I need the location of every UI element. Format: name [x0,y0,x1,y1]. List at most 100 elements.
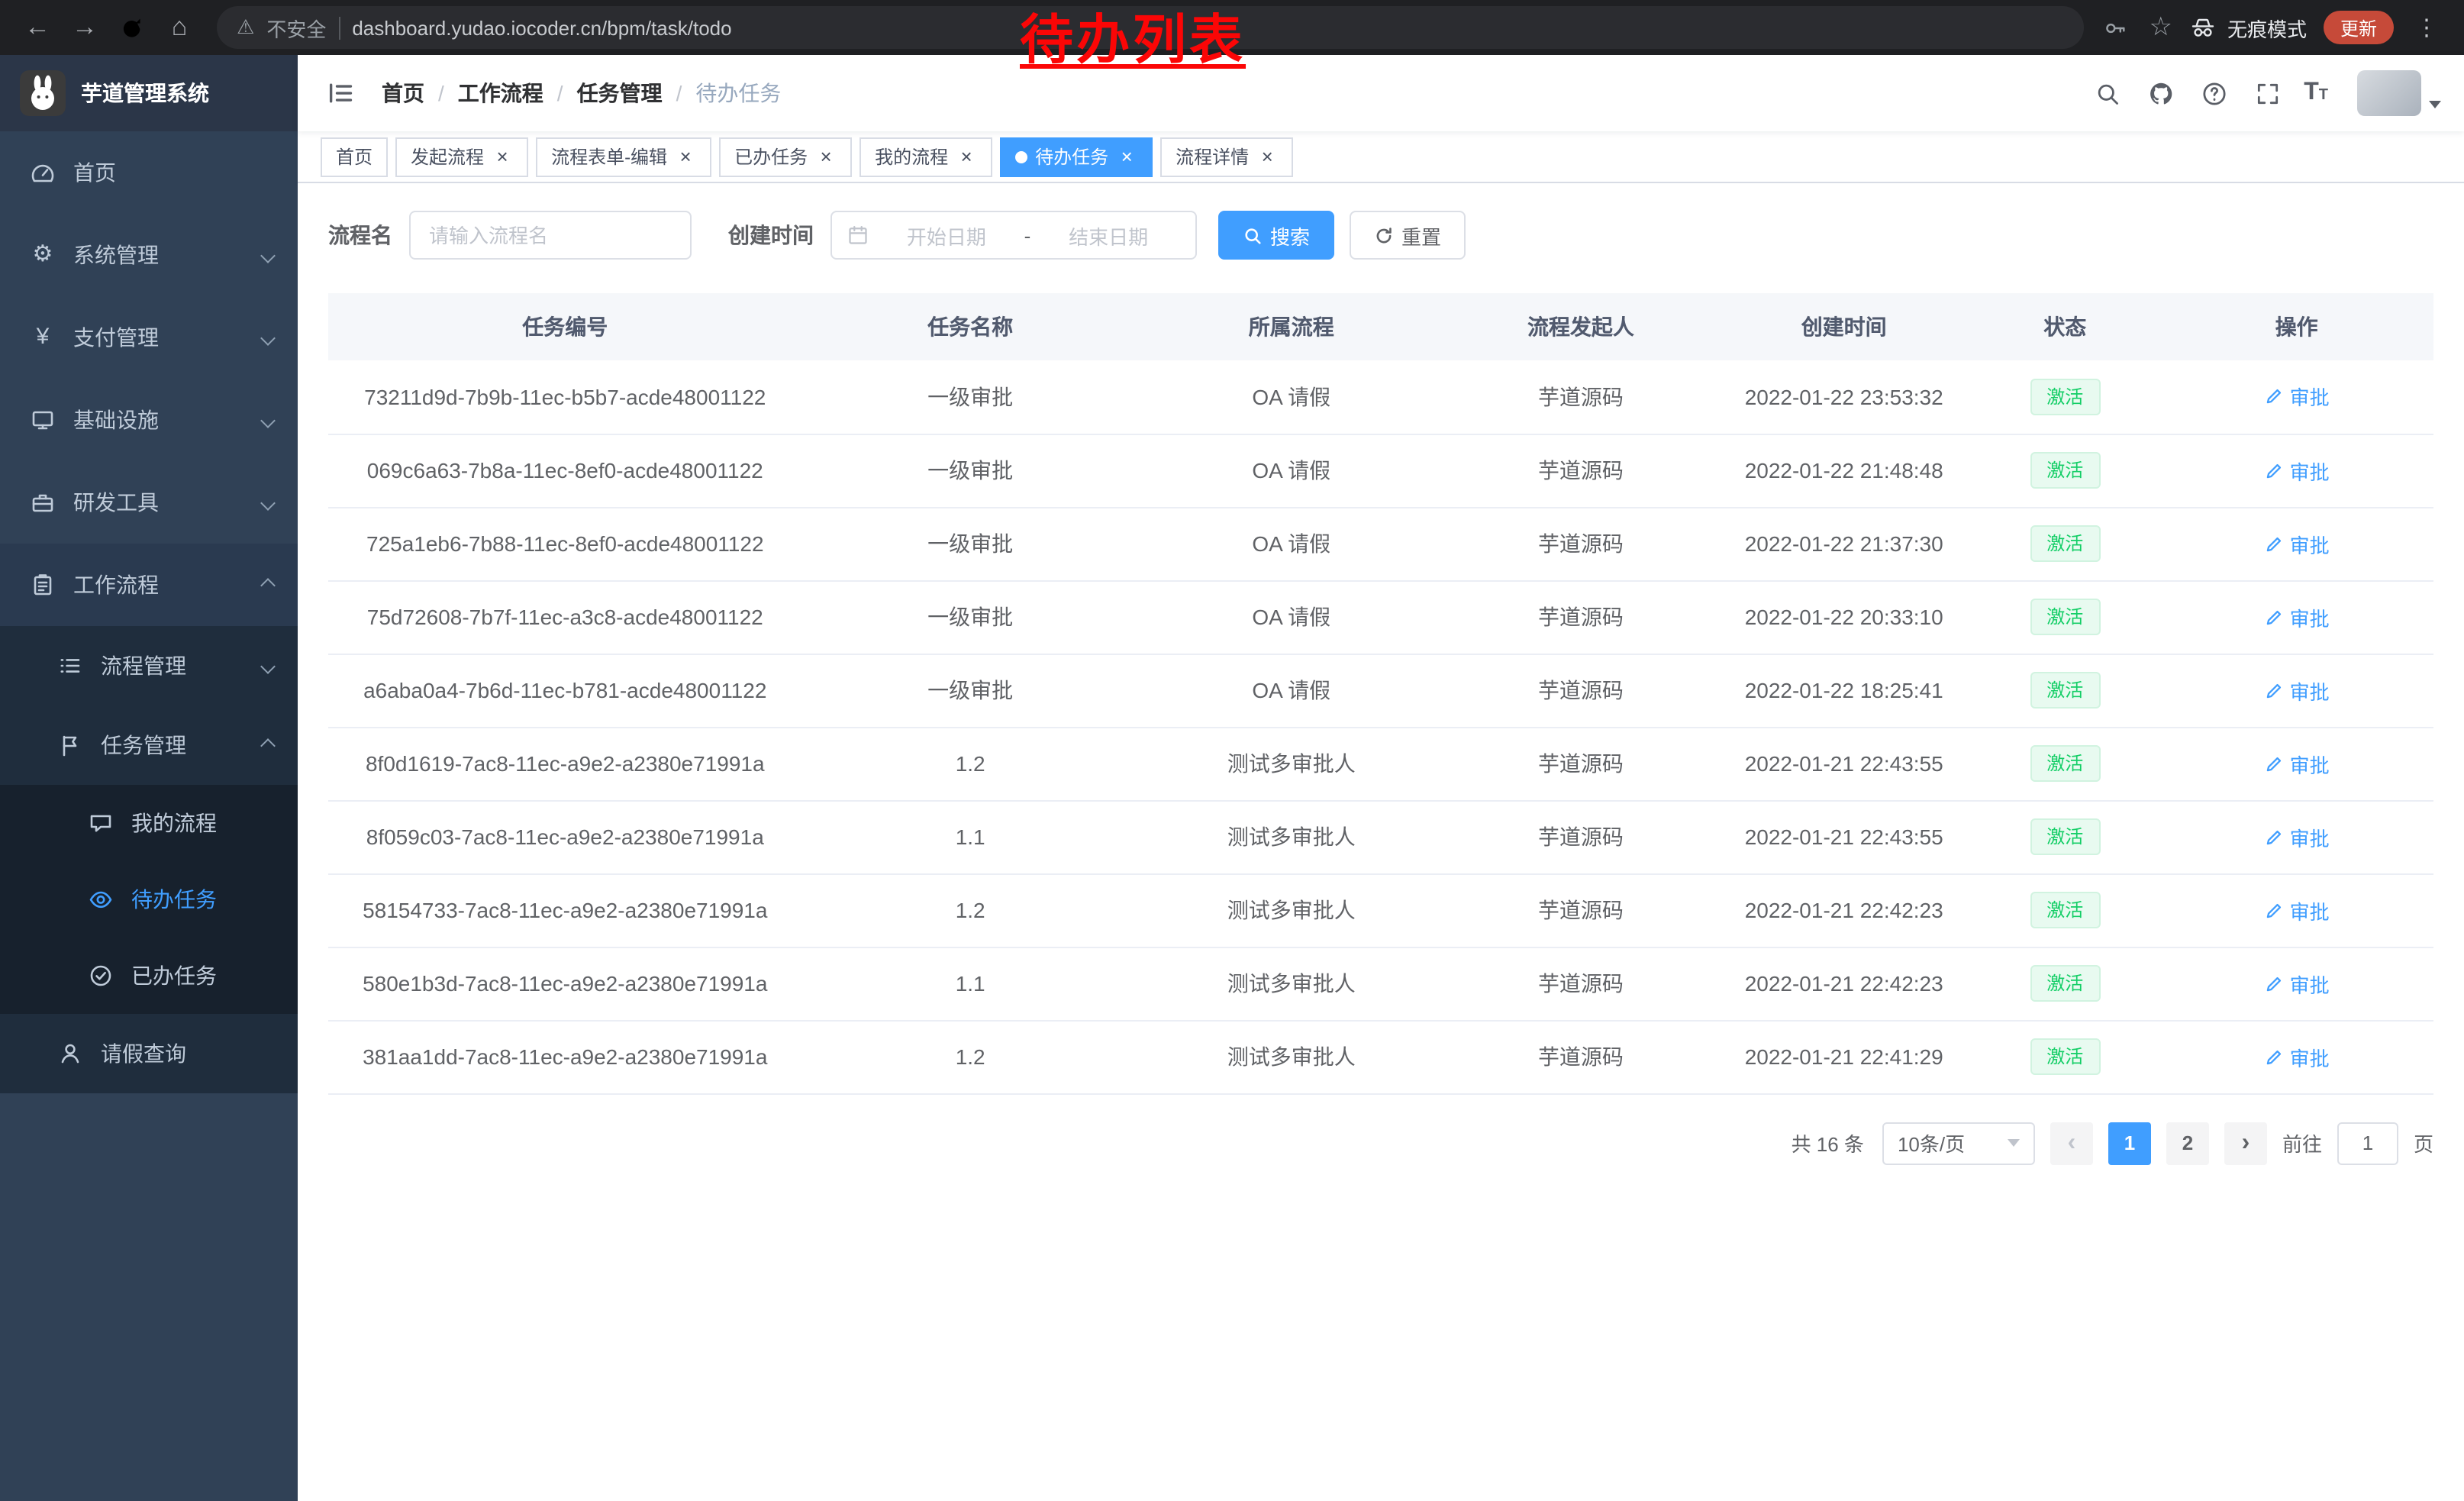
date-range-picker[interactable]: 开始日期 - 结束日期 [830,211,1197,260]
help-icon[interactable] [2197,76,2230,110]
page-content: 流程名 创建时间 开始日期 - 结束日期 搜索 [298,183,2464,1501]
update-button[interactable]: 更新 [2324,11,2394,44]
tab-start-process[interactable]: 发起流程 × [395,137,528,176]
approve-button[interactable]: 审批 [2264,383,2330,412]
fullscreen-icon[interactable] [2250,76,2284,110]
process-name-input[interactable] [409,211,692,260]
approve-button-label: 审批 [2290,896,2330,925]
bookmark-star-icon[interactable]: ☆ [2149,12,2172,43]
chevron-up-icon [260,577,276,592]
approve-button[interactable]: 审批 [2264,529,2330,558]
tab-home[interactable]: 首页 [321,137,388,176]
tab-form-edit[interactable]: 流程表单-编辑 × [536,137,711,176]
approve-button[interactable]: 审批 [2264,749,2330,778]
cell-actions: 审批 [2159,947,2433,1020]
sidebar-item-system[interactable]: ⚙ 系统管理 [0,214,298,296]
breadcrumb-task-mgmt[interactable]: 任务管理 [577,78,663,108]
home-button[interactable]: ⌂ [157,5,202,50]
approve-button[interactable]: 审批 [2264,969,2330,998]
cell-starter: 芋道源码 [1444,360,1718,434]
sidebar-item-process-mgmt[interactable]: 流程管理 [0,626,298,705]
start-date-placeholder: 开始日期 [875,221,1018,250]
sidebar-collapse-button[interactable] [321,73,360,113]
sidebar-item-task-mgmt[interactable]: 任务管理 [0,705,298,785]
navbar-actions: TT [2090,70,2441,116]
cell-starter: 芋道源码 [1444,873,1718,947]
incognito-icon [2189,14,2217,41]
sidebar-item-leave-query[interactable]: 请假查询 [0,1014,298,1093]
sidebar-item-done-tasks[interactable]: 已办任务 [0,938,298,1014]
page-button-2[interactable]: 2 [2166,1122,2209,1164]
close-icon[interactable]: × [956,146,977,167]
breadcrumb-separator: / [438,81,444,105]
cell-status: 激活 [1970,580,2159,654]
github-icon[interactable] [2143,76,2177,110]
chevron-down-icon [260,495,276,510]
user-avatar-menu[interactable] [2357,70,2441,116]
tab-my-process[interactable]: 我的流程 × [859,137,992,176]
table-row: 8f059c03-7ac8-11ec-a9e2-a2380e71991a 1.1… [328,800,2433,873]
cell-task-id: 381aa1dd-7ac8-11ec-a9e2-a2380e71991a [328,1020,802,1093]
screenshot-root: ← → ⌂ ⚠ 不安全 dashboard.yudao.iocoder.cn/b… [0,0,2464,1501]
next-page-button[interactable]: › [2224,1122,2267,1164]
breadcrumb-workflow[interactable]: 工作流程 [458,78,543,108]
sidebar-item-workflow[interactable]: 工作流程 [0,544,298,626]
tab-todo-tasks[interactable]: 待办任务 × [1000,137,1153,176]
edit-icon [2264,607,2284,627]
reset-button[interactable]: 重置 [1350,211,1466,260]
column-header-starter: 流程发起人 [1444,293,1718,360]
approve-button[interactable]: 审批 [2264,1042,2330,1071]
browser-menu-icon[interactable]: ⋮ [2411,14,2443,41]
prev-page-button[interactable]: ‹ [2050,1122,2093,1164]
cell-task-name: 1.2 [802,1020,1139,1093]
reload-button[interactable] [110,5,154,50]
tab-label: 流程详情 [1176,144,1249,169]
close-icon[interactable]: × [1116,146,1137,167]
status-badge: 激活 [2030,818,2100,855]
goto-page-input[interactable] [2337,1122,2398,1164]
sidebar-item-todo-tasks[interactable]: 待办任务 [0,861,298,938]
cell-starter: 芋道源码 [1444,654,1718,727]
approve-button[interactable]: 审批 [2264,822,2330,851]
warning-icon[interactable]: ⚠ [237,15,254,40]
sidebar-item-infrastructure[interactable]: 基础设施 [0,379,298,461]
approve-button[interactable]: 审批 [2264,602,2330,631]
search-icon [1243,225,1263,245]
sidebar-item-payment[interactable]: ¥ 支付管理 [0,296,298,379]
approve-button[interactable]: 审批 [2264,456,2330,485]
cell-task-name: 一级审批 [802,360,1139,434]
font-size-icon[interactable]: TT [2304,79,2328,107]
approve-button[interactable]: 审批 [2264,676,2330,705]
sidebar-item-label: 研发工具 [73,487,159,518]
page-size-select[interactable]: 10条/页 [1882,1122,2035,1164]
end-date-placeholder: 结束日期 [1037,221,1180,250]
cell-task-id: 75d72608-7b7f-11ec-a3c8-acde48001122 [328,580,802,654]
close-icon[interactable]: × [1256,146,1278,167]
approve-button-label: 审批 [2290,602,2330,631]
forward-button[interactable]: → [63,5,107,50]
approve-button[interactable]: 审批 [2264,896,2330,925]
sidebar-item-dashboard[interactable]: 首页 [0,131,298,214]
status-badge: 激活 [2030,599,2100,635]
sidebar-item-devtools[interactable]: 研发工具 [0,461,298,544]
app-window: 芋道管理系统 首页 ⚙ 系统管理 ¥ 支付管理 基础设施 [0,55,2464,1501]
cell-created-time: 2022-01-22 21:48:48 [1717,434,1970,507]
edit-icon [2264,900,2284,920]
search-icon[interactable] [2090,76,2124,110]
tab-process-detail[interactable]: 流程详情 × [1160,137,1293,176]
calendar-icon [847,224,869,246]
search-button[interactable]: 搜索 [1218,211,1334,260]
breadcrumb-home[interactable]: 首页 [382,78,424,108]
back-button[interactable]: ← [15,5,60,50]
page-button-1[interactable]: 1 [2108,1122,2151,1164]
check-circle-icon [89,964,113,988]
table-row: 580e1b3d-7ac8-11ec-a9e2-a2380e71991a 1.1… [328,947,2433,1020]
key-icon[interactable] [2098,11,2132,44]
close-icon[interactable]: × [815,146,837,167]
status-badge: 激活 [2030,452,2100,489]
tab-done-tasks[interactable]: 已办任务 × [719,137,852,176]
sidebar-item-my-process[interactable]: 我的流程 [0,785,298,861]
close-icon[interactable]: × [492,146,513,167]
status-badge: 激活 [2030,672,2100,709]
close-icon[interactable]: × [675,146,696,167]
